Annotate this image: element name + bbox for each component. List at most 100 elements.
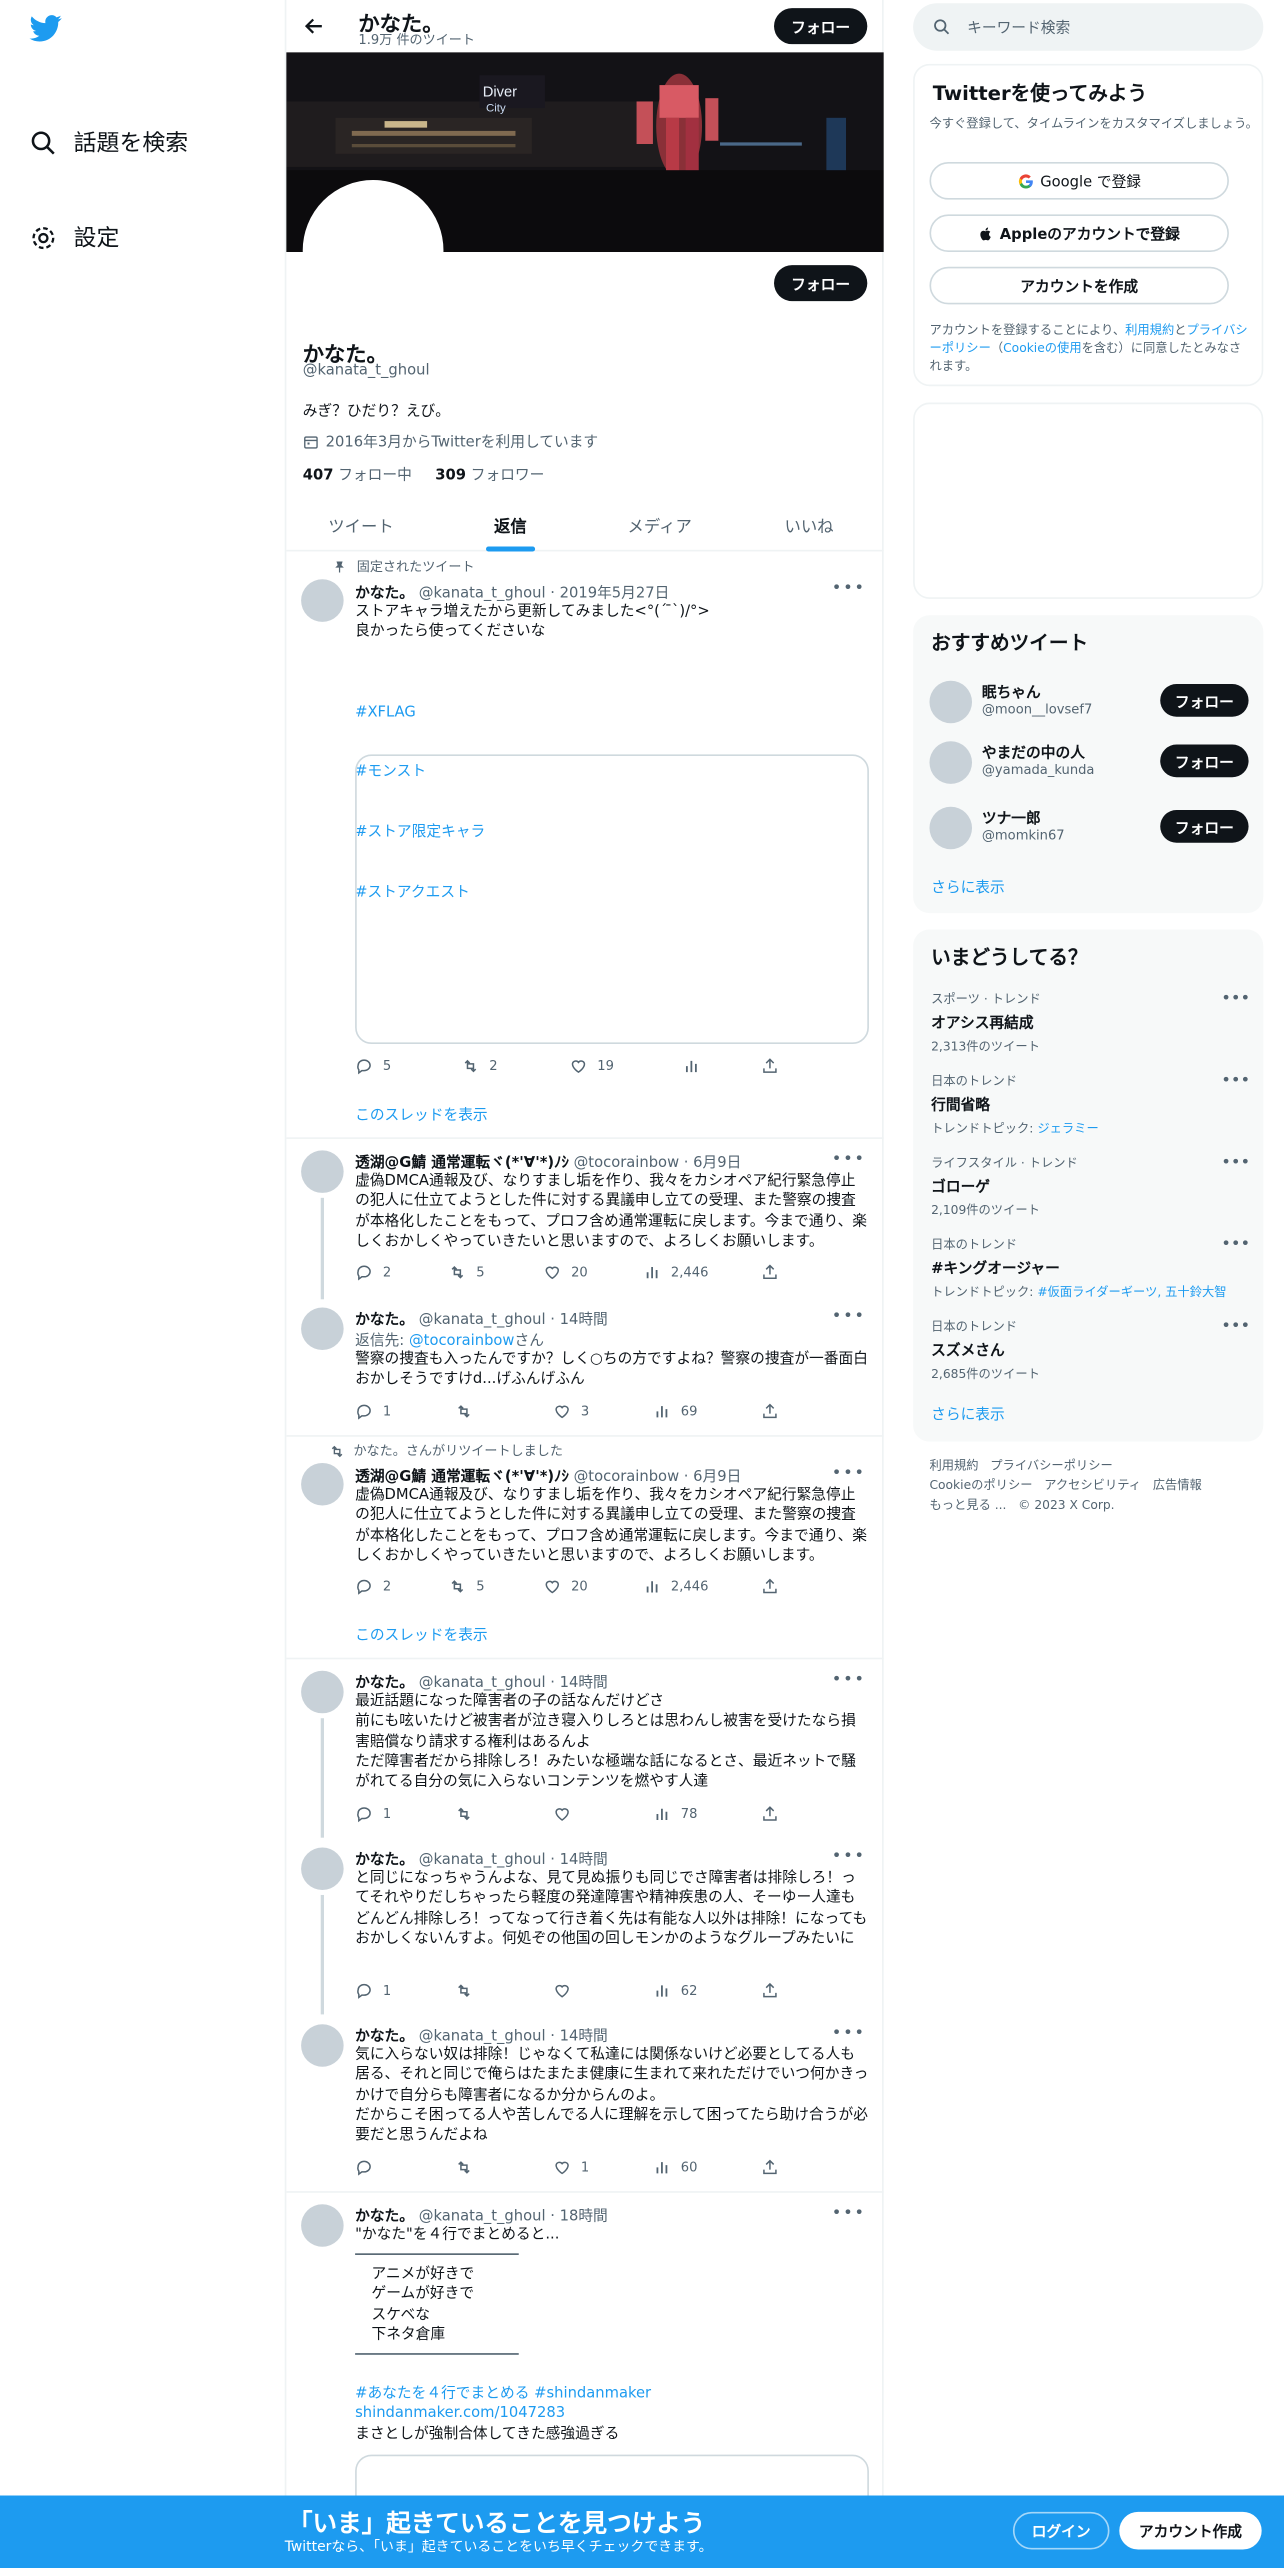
follow-button[interactable]: フォロー: [1160, 744, 1249, 778]
avatar[interactable]: [929, 741, 973, 784]
tweet-media-card[interactable]: [355, 754, 869, 1045]
tab-tweets[interactable]: ツイート: [286, 499, 435, 550]
search-input[interactable]: キーワード検索: [967, 16, 1070, 37]
more-icon[interactable]: •••: [832, 1150, 866, 1168]
following-link[interactable]: 407 フォロー中: [303, 468, 412, 484]
share-button[interactable]: [761, 1982, 779, 2000]
trend-item[interactable]: 日本のトレンド スズメさん 2,685件のツイート •••: [931, 1317, 1250, 1382]
analytics-button[interactable]: 69: [653, 1402, 697, 1420]
share-button[interactable]: [761, 1057, 779, 1075]
tweet-author[interactable]: かなた。: [355, 1852, 414, 1868]
tweet-author[interactable]: 透湖@G鯖 通常運転ヾ(*'∀'*)ﾉｼ: [355, 1155, 569, 1171]
share-button[interactable]: [761, 1402, 779, 1420]
reply-button[interactable]: 1: [355, 1402, 391, 1420]
follow-button[interactable]: フォロー: [1160, 684, 1249, 717]
apple-signup-button[interactable]: Appleのアカウントで登録: [929, 214, 1229, 253]
footer-line[interactable]: もっと見る ... © 2023 X Corp.: [929, 1496, 1256, 1516]
google-signup-button[interactable]: Google で登録: [929, 162, 1229, 200]
avatar[interactable]: [301, 2024, 344, 2067]
more-icon[interactable]: •••: [832, 2204, 866, 2222]
trend-item[interactable]: 日本のトレンド #キングオージャー トレンドトピック: #仮面ライダーギーツ, …: [931, 1235, 1250, 1300]
back-arrow-icon[interactable]: [303, 15, 326, 38]
analytics-button[interactable]: 78: [653, 1805, 697, 1823]
analytics-button[interactable]: 2,446: [643, 1263, 708, 1281]
trend-item[interactable]: 日本のトレンド 行間省略 トレンドトピック: ジェラミー •••: [931, 1072, 1250, 1137]
reply-button[interactable]: 2: [355, 1263, 391, 1281]
more-icon[interactable]: •••: [832, 1671, 866, 1689]
like-button[interactable]: 3: [553, 1402, 589, 1420]
more-icon[interactable]: •••: [1221, 990, 1250, 1008]
trend-item[interactable]: ライフスタイル · トレンド ゴローゲ 2,109件のツイート •••: [931, 1154, 1250, 1219]
more-icon[interactable]: •••: [1221, 1317, 1250, 1335]
reply-button[interactable]: [355, 2158, 373, 2176]
tweet-link[interactable]: shindanmaker.com/1047283: [355, 2404, 869, 2424]
tweet-author[interactable]: かなた。: [355, 2209, 414, 2225]
profile-avatar[interactable]: [302, 180, 444, 321]
analytics-button[interactable]: 62: [653, 1982, 697, 2000]
recommend-user[interactable]: やまだの中の人 @yamada_kunda フォロー: [929, 738, 1249, 787]
like-button[interactable]: 19: [569, 1057, 614, 1075]
like-button[interactable]: 20: [543, 1577, 588, 1595]
footer-line[interactable]: 利用規約 プライバシーポリシー: [929, 1456, 1256, 1476]
tweet-author[interactable]: かなた。: [355, 1312, 414, 1328]
show-thread-link[interactable]: このスレッドを表示: [355, 1103, 488, 1124]
more-icon[interactable]: •••: [832, 1307, 866, 1325]
retweet-button[interactable]: [455, 2158, 473, 2176]
tweet-author[interactable]: かなた。: [355, 586, 414, 602]
retweet-button[interactable]: 2: [461, 1057, 498, 1075]
more-icon[interactable]: •••: [832, 579, 866, 597]
tab-replies[interactable]: 返信: [436, 499, 585, 550]
signup-button[interactable]: アカウント作成: [1119, 2511, 1262, 2550]
retweet-label-text[interactable]: かなた。さんがリツイートしました: [353, 1442, 562, 1460]
cookie-link[interactable]: Cookieの使用: [1003, 340, 1081, 355]
avatar[interactable]: [929, 680, 973, 724]
trend-item[interactable]: スポーツ · トレンド オアシス再結成 2,313件のツイート •••: [931, 990, 1250, 1055]
retweet-button[interactable]: 5: [448, 1577, 485, 1595]
analytics-button[interactable]: [682, 1057, 700, 1075]
nav-explore[interactable]: 話題を検索: [29, 126, 188, 159]
analytics-button[interactable]: 2,446: [643, 1577, 708, 1595]
avatar[interactable]: [301, 1150, 344, 1193]
retweet-button[interactable]: [455, 1402, 473, 1420]
terms-link[interactable]: 利用規約: [1125, 322, 1174, 337]
reply-button[interactable]: 1: [355, 1805, 391, 1823]
create-account-button[interactable]: アカウントを作成: [929, 266, 1229, 305]
retweet-button[interactable]: [455, 1982, 473, 2000]
reply-to-handle[interactable]: @tocorainbow: [409, 1334, 515, 1350]
reply-button[interactable]: 2: [355, 1577, 391, 1595]
share-button[interactable]: [761, 2158, 779, 2176]
more-icon[interactable]: •••: [832, 1465, 866, 1483]
recommend-user[interactable]: ツナ一郎 @momkin67 フォロー: [929, 803, 1249, 852]
search-box[interactable]: キーワード検索: [913, 3, 1264, 51]
trends-more-link[interactable]: さらに表示: [931, 1402, 1005, 1423]
like-button[interactable]: 1: [553, 2158, 589, 2176]
tab-likes[interactable]: いいね: [734, 499, 883, 550]
more-icon[interactable]: •••: [832, 1847, 866, 1865]
profile-follow-button[interactable]: フォロー: [774, 265, 868, 302]
recommend-user[interactable]: 眠ちゃん @moon__lovsef7 フォロー: [929, 677, 1249, 726]
more-icon[interactable]: •••: [1221, 1235, 1250, 1253]
recommend-more-link[interactable]: さらに表示: [931, 875, 1005, 896]
more-icon[interactable]: •••: [1221, 1072, 1250, 1090]
footer-line[interactable]: Cookieのポリシー アクセシビリティ 広告情報: [929, 1476, 1256, 1496]
twitter-logo-icon[interactable]: [29, 15, 62, 43]
tab-media[interactable]: メディア: [585, 499, 734, 550]
avatar[interactable]: [301, 1307, 344, 1351]
like-button[interactable]: [553, 1982, 571, 2000]
show-thread-link[interactable]: このスレッドを表示: [355, 1623, 488, 1644]
analytics-button[interactable]: 60: [653, 2158, 697, 2176]
tweet-hashtags[interactable]: #あなたを４行でまとめる #shindanmaker: [355, 2384, 869, 2404]
tweet-author[interactable]: かなた。: [355, 1676, 414, 1692]
share-button[interactable]: [761, 1577, 779, 1595]
follow-button[interactable]: フォロー: [1160, 810, 1249, 843]
more-icon[interactable]: •••: [1221, 1154, 1250, 1172]
reply-button[interactable]: 1: [355, 1982, 391, 2000]
share-button[interactable]: [761, 1805, 779, 1823]
share-button[interactable]: [761, 1263, 779, 1281]
trend-topic-link[interactable]: #仮面ライダーギーツ, 五十鈴大智: [1037, 1285, 1226, 1300]
header-follow-button[interactable]: フォロー: [774, 8, 868, 45]
like-button[interactable]: [553, 1805, 571, 1823]
avatar[interactable]: [301, 1670, 344, 1714]
avatar[interactable]: [301, 1462, 344, 1506]
retweet-button[interactable]: [455, 1805, 473, 1823]
